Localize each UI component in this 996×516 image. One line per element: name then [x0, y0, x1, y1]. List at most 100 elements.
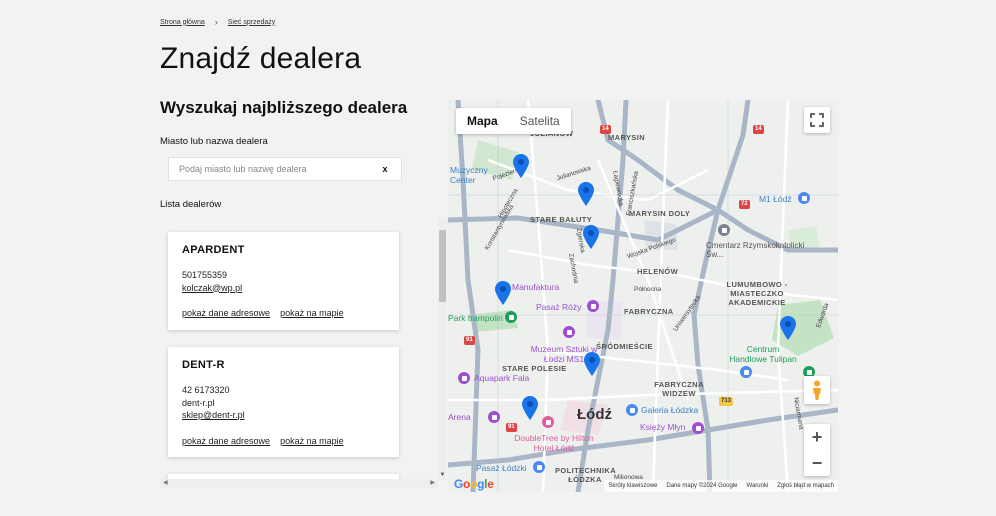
fullscreen-icon	[810, 113, 824, 127]
dealer-list-horizontal-scrollbar[interactable]: ◀ ▶	[160, 479, 438, 488]
pegman-icon	[813, 380, 821, 400]
shopping-icon[interactable]	[587, 300, 599, 312]
zoom-out-button[interactable]: −	[804, 450, 830, 476]
shopping-icon[interactable]	[798, 192, 810, 204]
map-poi-label: Pasaż Łódzki	[476, 463, 527, 473]
road-number-badge: 14	[753, 125, 764, 134]
section-title: Wyszukaj najbliższego dealera	[160, 98, 408, 117]
terms-link[interactable]: Warunki	[747, 483, 769, 489]
report-error-link[interactable]: Zgłoś błąd w mapach	[777, 483, 834, 489]
dealer-pin-icon[interactable]	[578, 182, 594, 206]
shopping-icon[interactable]	[626, 404, 638, 416]
map-attribution: Skróty klawiszowe Dane mapy ©2024 Google…	[604, 480, 838, 492]
fullscreen-button[interactable]	[804, 107, 830, 133]
map-poi-label: Aquapark Fala	[474, 373, 530, 383]
map-poi-label: Manufaktura	[512, 282, 560, 292]
map-data-credit: Dane mapy ©2024 Google	[666, 483, 738, 489]
map-poi-label: Centrum Handlowe Tulipan	[729, 344, 797, 364]
minus-icon: −	[811, 452, 823, 473]
dealer-pin-icon[interactable]	[583, 225, 599, 249]
dealer-list-vertical-scrollbar[interactable]: ▼	[438, 218, 447, 480]
map-poi-label: Arena	[448, 412, 471, 422]
show-address-link[interactable]: pokaż dane adresowe	[182, 308, 270, 318]
map-label-district: ŚRÓDMIEŚCIE	[596, 342, 653, 351]
cemetery-icon[interactable]	[718, 224, 730, 236]
hotel-icon[interactable]	[542, 416, 554, 428]
dealer-card: DENT-R 42 6173320 dent-r.pl sklep@dent-r…	[168, 347, 399, 457]
map-label-district: FABRYCZNA	[624, 307, 674, 316]
google-logo[interactable]: Google	[454, 477, 494, 491]
dealer-phone: 42 6173320	[182, 385, 230, 395]
landmark-icon[interactable]	[692, 422, 704, 434]
scroll-right-arrow-icon[interactable]: ▶	[430, 479, 435, 488]
dealer-card: APARDENT 501755359 kolczak@wp.pl pokaż d…	[168, 232, 399, 330]
dealer-pin-icon[interactable]	[780, 316, 796, 340]
map-poi-label: Park trampolin	[448, 313, 503, 323]
map-label-district: STARE BAŁUTY	[530, 215, 593, 224]
map-street-label: Północna	[634, 286, 662, 293]
map-label-district: STARE POLESIE	[502, 364, 567, 373]
map-label-district: LUMUMBOWO - MIASTECZKO AKADEMICKIE	[726, 280, 788, 307]
dealer-website: dent-r.pl	[182, 397, 215, 408]
dealer-pin-icon[interactable]	[495, 281, 511, 305]
dealer-name: DENT-R	[182, 359, 225, 371]
dealer-map[interactable]: JULIANÓW MARYSIN STARE BAŁUTY MARYSIN DO…	[448, 100, 838, 492]
road-number-badge: 91	[506, 423, 517, 432]
map-label-district: MARYSIN	[608, 133, 646, 142]
park-icon[interactable]	[505, 311, 517, 323]
show-on-map-link[interactable]: pokaż na mapie	[280, 436, 344, 446]
dealer-pin-icon[interactable]	[584, 352, 600, 376]
dealer-actions: pokaż dane adresowe pokaż na mapie	[182, 436, 385, 446]
road-number-badge: 713	[719, 397, 734, 406]
map-poi-label: M1 Łódź	[759, 194, 792, 204]
map-city-label: Łódź	[577, 406, 612, 423]
zoom-control: + −	[804, 424, 830, 476]
map-label-district: FABRYCZNA WIDZEW	[654, 380, 704, 398]
dealer-phone: 501755359	[182, 270, 228, 280]
road-number-badge: 72	[739, 200, 750, 209]
dealer-list[interactable]: APARDENT 501755359 kolczak@wp.pl pokaż d…	[160, 218, 448, 480]
map-label-district: HELENÓW	[637, 267, 679, 276]
dealer-pin-icon[interactable]	[513, 154, 529, 178]
scroll-left-arrow-icon[interactable]: ◀	[163, 479, 168, 488]
show-on-map-link[interactable]: pokaż na mapie	[280, 308, 344, 318]
arena-icon[interactable]	[488, 411, 500, 423]
page-title: Znajdź dealera	[160, 42, 362, 75]
scroll-down-arrow-icon[interactable]: ▼	[439, 472, 446, 478]
road-number-badge: 91	[464, 336, 475, 345]
dealer-email-link[interactable]: sklep@dent-r.pl	[182, 409, 385, 422]
shopping-icon[interactable]	[533, 461, 545, 473]
breadcrumb-separator: ›	[214, 17, 218, 27]
road-number-badge: 14	[600, 125, 611, 134]
map-type-satellite-button[interactable]: Satelita	[509, 108, 571, 134]
search-label: Miasto lub nazwa dealera	[160, 136, 268, 147]
map-poi-label: Cmentarz Rzymskokatolicki Św...	[706, 241, 805, 259]
show-address-link[interactable]: pokaż dane adresowe	[182, 436, 270, 446]
dealer-name: APARDENT	[182, 244, 245, 256]
breadcrumb: Strona główna › Sieć sprzedaży	[160, 17, 275, 27]
map-poi-label: Księży Młyn	[640, 422, 686, 432]
scrollbar-thumb[interactable]	[439, 230, 446, 302]
map-type-control: Mapa Satelita	[456, 108, 571, 134]
dealer-email-link[interactable]: kolczak@wp.pl	[182, 282, 385, 295]
map-type-map-button[interactable]: Mapa	[456, 108, 509, 134]
street-view-pegman-button[interactable]	[804, 376, 830, 404]
zoom-in-button[interactable]: +	[804, 424, 830, 450]
dealer-pin-icon[interactable]	[522, 396, 538, 420]
clear-search-button[interactable]: x	[379, 164, 391, 174]
aquapark-icon[interactable]	[458, 372, 470, 384]
shopping-icon[interactable]	[740, 366, 752, 378]
map-label-district: MARYSIN DOLY	[629, 209, 691, 218]
breadcrumb-current-link[interactable]: Sieć sprzedaży	[228, 19, 275, 26]
search-input[interactable]	[179, 164, 379, 174]
dealer-list-label: Lista dealerów	[160, 199, 222, 210]
breadcrumb-home-link[interactable]: Strona główna	[160, 19, 205, 26]
plus-icon: +	[811, 426, 823, 447]
dealer-actions: pokaż dane adresowe pokaż na mapie	[182, 308, 385, 318]
map-poi-label: DoubleTree by Hilton Hotel Łódź	[514, 433, 594, 453]
map-poi-label: Pasaż Róży	[536, 302, 582, 312]
keyboard-shortcuts-link[interactable]: Skróty klawiszowe	[608, 483, 657, 489]
search-box: x	[168, 157, 402, 181]
map-poi-label: Galeria Łódzka	[641, 405, 699, 415]
museum-icon[interactable]	[563, 326, 575, 338]
